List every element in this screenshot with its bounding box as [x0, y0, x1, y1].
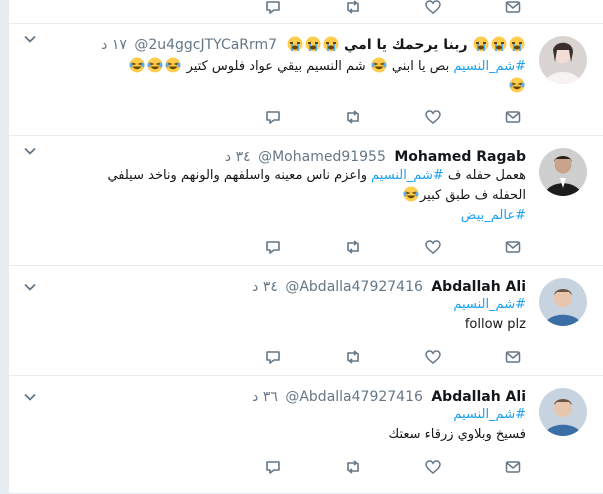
retweet-icon[interactable]	[344, 238, 362, 256]
tweet-actions	[264, 0, 526, 18]
reply-icon[interactable]	[264, 108, 282, 126]
hashtag-link[interactable]: #شم_النسيم	[453, 59, 526, 74]
tweet-text: #شم_النسيم بص يا ابني شم النسيم بيقي عوا…	[21, 57, 526, 97]
avatar[interactable]	[539, 278, 587, 326]
username[interactable]: @Abdalla47927416	[285, 278, 423, 296]
username[interactable]: @2u4ggcJTYCaRrm7	[134, 36, 277, 54]
hashtag-link[interactable]: #عالم_بيض	[461, 208, 526, 223]
retweet-icon[interactable]	[344, 108, 362, 126]
tweet[interactable]: Abdallah Ali @Abdalla47927416 ٣٦ د #شم_ا…	[9, 376, 603, 494]
direct-message-icon[interactable]	[504, 108, 522, 126]
chevron-down-icon[interactable]	[23, 280, 37, 294]
tweet-text-line: الحفله ف طبق كبير	[21, 186, 526, 206]
tweet-actions	[264, 458, 526, 478]
tweet-text: #شم_النسيم فسيخ وبلاوي زرقاء سعتك	[21, 405, 526, 445]
crying-emoji	[472, 36, 526, 54]
tweet-text-segment: واعزم ناس معينه واسلفهم والونهم وناخد سي…	[107, 168, 372, 183]
tweet-text-line: هعمل حفله ف #شم_النسيم واعزم ناس معينه و…	[21, 166, 526, 186]
display-name[interactable]: Mohamed Ragab	[394, 148, 526, 166]
tweet-text-line: follow plz	[464, 317, 526, 332]
reply-icon[interactable]	[264, 238, 282, 256]
tweet[interactable]: Abdallah Ali @Abdalla47927416 ٣٤ د #شم_ا…	[9, 266, 603, 376]
tweet-text: #شم_النسيم follow plz	[21, 295, 526, 335]
avatar[interactable]	[539, 36, 587, 84]
username[interactable]: @Mohamed91955	[258, 148, 386, 166]
retweet-icon[interactable]	[344, 348, 362, 366]
tweet-text-line: #شم_النسيم	[21, 405, 526, 425]
tweet-header: Abdallah Ali @Abdalla47927416 ٣٤ د	[252, 278, 526, 296]
crying-emoji	[286, 36, 340, 54]
display-name[interactable]: Abdallah Ali	[431, 278, 526, 296]
chevron-down-icon[interactable]	[23, 390, 37, 404]
laughing-tears-emoji	[371, 57, 387, 73]
timestamp[interactable]: ١٧ د	[101, 36, 127, 54]
retweet-icon[interactable]	[344, 458, 362, 476]
like-icon[interactable]	[424, 0, 442, 16]
tweet-actions	[264, 108, 526, 128]
like-icon[interactable]	[424, 458, 442, 476]
timeline-stream: ربنا يرحمك يا امي @2u4ggcJTYCaRrm7 ١٧ د …	[8, 0, 603, 494]
tweet-text-line: #شم_النسيم	[21, 295, 526, 315]
tweet-text-segment: بص يا ابني	[387, 59, 454, 74]
chevron-down-icon[interactable]	[23, 144, 37, 158]
tweet-partial[interactable]	[9, 0, 603, 24]
direct-message-icon[interactable]	[504, 348, 522, 366]
timestamp[interactable]: ٣٤ د	[252, 278, 278, 296]
username[interactable]: @Abdalla47927416	[285, 388, 423, 406]
tweet-text-line: #عالم_بيض	[21, 206, 526, 226]
reply-icon[interactable]	[264, 0, 282, 16]
timestamp[interactable]: ٣٤ د	[225, 148, 251, 166]
hashtag-link[interactable]: #شم_النسيم	[453, 297, 526, 312]
laughing-tears-emoji	[147, 57, 163, 73]
tweet-text-line	[21, 77, 526, 97]
tweet-actions	[264, 348, 526, 368]
tweet-text-line: #شم_النسيم بص يا ابني شم النسيم بيقي عوا…	[21, 57, 526, 77]
like-icon[interactable]	[424, 238, 442, 256]
tweet[interactable]: ربنا يرحمك يا امي @2u4ggcJTYCaRrm7 ١٧ د …	[9, 24, 603, 136]
laughing-tears-emoji	[403, 186, 419, 202]
laughing-tears-emoji	[509, 77, 525, 93]
like-icon[interactable]	[424, 348, 442, 366]
tweet-text-segment: الحفله ف طبق كبير	[419, 188, 526, 203]
hashtag-link[interactable]: #شم_النسيم	[453, 407, 526, 422]
tweet-text-line: فسيخ وبلاوي زرقاء سعتك	[388, 427, 526, 442]
laughing-tears-emoji	[165, 57, 181, 73]
display-name[interactable]: ربنا يرحمك يا امي	[344, 36, 468, 54]
tweet-text-segment: هعمل حفله ف	[443, 168, 526, 183]
tweet-header: ربنا يرحمك يا امي @2u4ggcJTYCaRrm7 ١٧ د	[101, 36, 526, 54]
tweet-header: Abdallah Ali @Abdalla47927416 ٣٦ د	[252, 388, 526, 406]
display-name[interactable]: Abdallah Ali	[431, 388, 526, 406]
direct-message-icon[interactable]	[504, 0, 522, 16]
tweet-actions	[264, 238, 526, 258]
avatar[interactable]	[539, 388, 587, 436]
tweet-header: Mohamed Ragab @Mohamed91955 ٣٤ د	[225, 148, 526, 166]
direct-message-icon[interactable]	[504, 458, 522, 476]
reply-icon[interactable]	[264, 348, 282, 366]
chevron-down-icon[interactable]	[23, 32, 37, 46]
tweet-text-segment: شم النسيم بيقي عواد فلوس كتير	[182, 59, 370, 74]
tweet-text: هعمل حفله ف #شم_النسيم واعزم ناس معينه و…	[21, 166, 526, 226]
reply-icon[interactable]	[264, 458, 282, 476]
direct-message-icon[interactable]	[504, 238, 522, 256]
timestamp[interactable]: ٣٦ د	[252, 388, 278, 406]
retweet-icon[interactable]	[344, 0, 362, 16]
tweet[interactable]: Mohamed Ragab @Mohamed91955 ٣٤ د هعمل حف…	[9, 136, 603, 266]
laughing-tears-emoji	[129, 57, 145, 73]
like-icon[interactable]	[424, 108, 442, 126]
avatar[interactable]	[539, 148, 587, 196]
hashtag-link[interactable]: #شم_النسيم	[371, 168, 444, 183]
